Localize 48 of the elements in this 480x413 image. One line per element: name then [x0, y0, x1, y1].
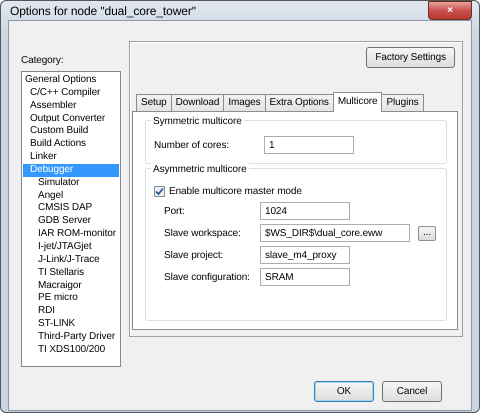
category-item[interactable]: CMSIS DAP: [23, 202, 119, 216]
dialog-button[interactable]: OK: [314, 381, 374, 402]
factory-settings-button[interactable]: Factory Settings: [366, 47, 455, 68]
category-item[interactable]: Third-Party Driver: [23, 330, 119, 344]
cores-field[interactable]: 1: [264, 136, 354, 154]
field-label: Slave workspace:: [164, 226, 242, 240]
field-label: Number of cores:: [154, 138, 230, 152]
text-field[interactable]: 1024: [260, 202, 350, 220]
checkbox-label: Enable multicore master mode: [169, 185, 302, 199]
category-item[interactable]: Assembler: [23, 100, 119, 113]
tab[interactable]: Images: [223, 94, 266, 111]
category-item[interactable]: Macraigor: [23, 280, 119, 292]
tab[interactable]: Plugins: [381, 94, 424, 111]
browse-button[interactable]: ...: [418, 226, 436, 240]
category-item[interactable]: Build Actions: [23, 138, 119, 152]
field-label: Slave project:: [164, 248, 224, 262]
dialog-button[interactable]: Cancel: [382, 381, 442, 402]
text-field[interactable]: SRAM: [260, 268, 350, 286]
category-item[interactable]: TI Stellaris: [23, 266, 119, 280]
text-field[interactable]: $WS_DIR$\dual_core.eww: [260, 224, 410, 242]
field-label: Port:: [164, 204, 186, 218]
field-label: Slave configuration:: [164, 270, 251, 284]
category-item[interactable]: C/C++ Compiler: [23, 86, 119, 100]
checkbox[interactable]: [154, 186, 165, 197]
window-title: Options for node "dual_core_tower": [10, 2, 196, 20]
category-item[interactable]: GDB Server: [23, 215, 119, 228]
category-item[interactable]: RDI: [23, 305, 119, 318]
text-field[interactable]: slave_m4_proxy: [260, 246, 350, 264]
category-item[interactable]: ST-LINK: [23, 318, 119, 331]
category-item[interactable]: PE micro: [23, 292, 119, 306]
group-title: Symmetric multicore: [151, 114, 244, 129]
category-item[interactable]: J-Link/J-Trace: [23, 254, 119, 267]
category-item[interactable]: I-jet/JTAGjet: [23, 240, 119, 254]
category-item[interactable]: General Options: [23, 74, 119, 87]
category-item[interactable]: Custom Build: [23, 125, 119, 138]
group-title: Asymmetric multicore: [151, 162, 249, 177]
category-item[interactable]: Output Converter: [23, 112, 119, 126]
category-item[interactable]: IAR ROM-monitor: [23, 228, 119, 241]
category-item[interactable]: Simulator: [23, 176, 119, 190]
tab[interactable]: Extra Options: [264, 94, 334, 111]
category-item[interactable]: Linker: [23, 151, 119, 164]
tab[interactable]: Download: [170, 94, 224, 111]
tab[interactable]: Multicore: [332, 92, 382, 112]
category-label: Category:: [21, 54, 64, 68]
category-item[interactable]: TI XDS100/200: [23, 344, 119, 357]
close-button[interactable]: ×: [428, 1, 472, 20]
category-item[interactable]: Angel: [23, 190, 119, 202]
tab[interactable]: Setup: [136, 94, 172, 111]
